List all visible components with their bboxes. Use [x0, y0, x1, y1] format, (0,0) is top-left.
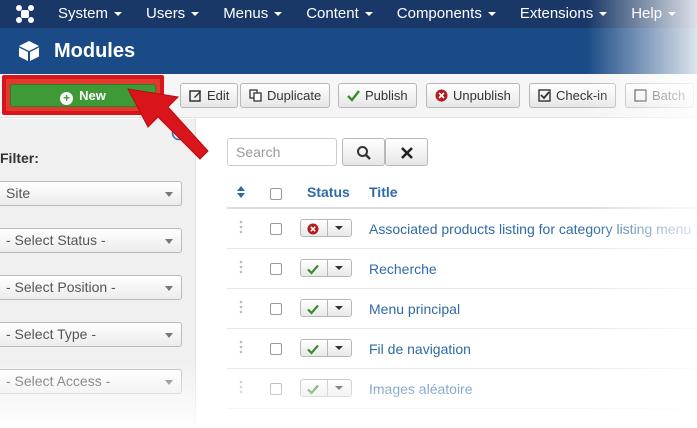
status-select[interactable]: - Select Status - — [0, 228, 182, 253]
row-title[interactable]: Menu principal — [369, 301, 460, 317]
table-header: Status Title — [227, 176, 697, 209]
select-all-checkbox[interactable] — [270, 188, 282, 200]
menu-users[interactable]: Users — [134, 0, 211, 28]
row-checkbox[interactable] — [270, 223, 282, 235]
filter-label: Filter: — [0, 150, 39, 166]
table-row: Recherche — [227, 249, 697, 289]
top-menu: System Users Menus Content Components Ex… — [46, 0, 688, 28]
checkin-button[interactable]: Check-in — [529, 83, 617, 108]
top-menu-bar: System Users Menus Content Components Ex… — [0, 0, 697, 28]
drag-handle-icon[interactable] — [239, 219, 243, 235]
drag-handle-icon[interactable] — [239, 299, 243, 315]
title-column-header[interactable]: Title — [369, 184, 398, 200]
chevron-down-icon — [335, 386, 343, 390]
row-checkbox[interactable] — [270, 263, 282, 275]
chevron-down-icon — [335, 346, 343, 350]
table-row: Fil de navigation — [227, 329, 697, 369]
unpublish-button[interactable]: Unpublish — [426, 83, 520, 108]
copy-icon — [249, 89, 262, 102]
status-toggle[interactable] — [300, 259, 352, 277]
position-select[interactable]: - Select Position - — [0, 275, 182, 300]
menu-system[interactable]: System — [46, 0, 134, 28]
menu-extensions[interactable]: Extensions — [508, 0, 619, 28]
menu-components[interactable]: Components — [385, 0, 508, 28]
status-toggle[interactable] — [300, 219, 352, 237]
checkbox-checked-icon — [538, 89, 551, 102]
search-button[interactable] — [342, 138, 385, 166]
menu-help[interactable]: Help — [619, 0, 688, 28]
status-toggle[interactable] — [300, 379, 352, 397]
batch-icon — [634, 89, 647, 102]
menu-menus[interactable]: Menus — [211, 0, 294, 28]
chevron-down-icon — [165, 333, 173, 338]
joomla-logo-icon[interactable] — [14, 3, 36, 25]
chevron-down-icon — [335, 306, 343, 310]
chevron-down-icon — [668, 12, 677, 17]
duplicate-button[interactable]: Duplicate — [240, 83, 331, 108]
chevron-down-icon — [191, 12, 200, 17]
site-select[interactable]: Site — [0, 181, 182, 206]
close-icon — [401, 147, 413, 159]
row-checkbox[interactable] — [270, 303, 282, 315]
chevron-down-icon — [364, 12, 373, 17]
menu-content[interactable]: Content — [294, 0, 385, 28]
red-arrow-annotation — [127, 88, 209, 160]
cube-icon — [19, 41, 39, 61]
page-header: Modules — [0, 28, 697, 74]
chevron-down-icon — [165, 192, 173, 197]
search-input[interactable]: Search — [227, 138, 337, 166]
page-title: Modules — [54, 40, 136, 62]
row-title[interactable]: Associated products listing for category… — [369, 221, 697, 237]
chevron-down-icon — [335, 226, 343, 230]
published-check-icon — [307, 344, 319, 355]
batch-button[interactable]: Batch — [625, 83, 695, 108]
drag-handle-icon[interactable] — [239, 339, 243, 355]
sort-icon[interactable] — [236, 186, 246, 198]
search-icon — [357, 146, 371, 160]
row-checkbox[interactable] — [270, 383, 282, 395]
published-check-icon — [307, 264, 319, 275]
type-select[interactable]: - Select Type - — [0, 322, 182, 347]
access-select[interactable]: - Select Access - — [0, 369, 182, 394]
published-check-icon — [307, 304, 319, 315]
unpublished-icon — [307, 223, 319, 235]
status-toggle[interactable] — [300, 299, 352, 317]
status-toggle[interactable] — [300, 339, 352, 357]
chevron-down-icon — [114, 12, 123, 17]
unpublish-circle-x-icon — [435, 89, 448, 102]
table-row: Menu principal — [227, 289, 697, 329]
row-title[interactable]: Fil de navigation — [369, 341, 471, 357]
chevron-down-icon — [165, 380, 173, 385]
row-title[interactable]: Recherche — [369, 261, 437, 277]
table-row: Images aléatoire — [227, 369, 697, 409]
publish-button[interactable]: Publish — [338, 83, 417, 108]
chevron-down-icon — [274, 12, 283, 17]
row-checkbox[interactable] — [270, 343, 282, 355]
plus-circle-icon: + — [60, 92, 74, 105]
table-row: Associated products listing for category… — [227, 209, 697, 249]
row-title[interactable]: Images aléatoire — [369, 381, 473, 397]
published-check-icon — [307, 384, 319, 395]
chevron-down-icon — [487, 12, 496, 17]
chevron-down-icon — [165, 239, 173, 244]
drag-handle-icon[interactable] — [239, 379, 243, 395]
drag-handle-icon[interactable] — [239, 259, 243, 275]
clear-search-button[interactable] — [385, 138, 428, 166]
status-column-header[interactable]: Status — [307, 184, 350, 200]
chevron-down-icon — [165, 286, 173, 291]
check-icon — [347, 90, 360, 102]
chevron-down-icon — [599, 12, 608, 17]
chevron-down-icon — [335, 266, 343, 270]
